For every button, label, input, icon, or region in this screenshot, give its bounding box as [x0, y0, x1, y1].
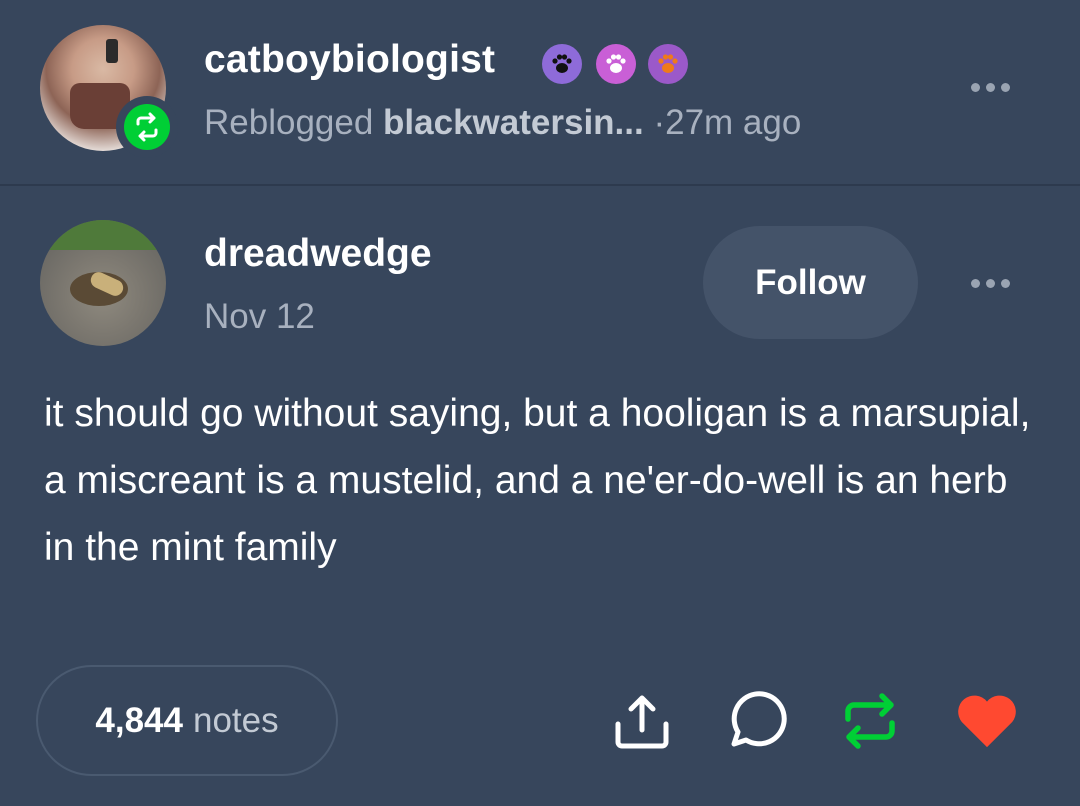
follow-button[interactable]: Follow [703, 226, 918, 339]
reblog-meta: Reblogged blackwatersin... ·27m ago [204, 103, 801, 143]
notes-count: 4,844 [95, 700, 183, 740]
paw-badge-orange-icon[interactable] [648, 44, 688, 84]
meta-separator: · [653, 103, 666, 142]
reblogger-username[interactable]: catboybiologist [204, 38, 495, 82]
paw-badge-purple-icon[interactable] [542, 44, 582, 84]
reblog-action-label: Reblogged [204, 103, 374, 142]
like-button[interactable] [955, 688, 1019, 754]
reply-button[interactable] [724, 688, 788, 754]
reblog-badge [116, 96, 178, 158]
like-icon [958, 695, 1016, 748]
author-username[interactable]: dreadwedge [204, 232, 432, 276]
header-more-options-button[interactable] [960, 70, 1020, 104]
notes-label: notes [192, 700, 279, 740]
reblog-icon [845, 693, 895, 749]
reblog-time-ago: 27m ago [665, 103, 802, 142]
reblog-button[interactable] [838, 688, 902, 754]
author-avatar[interactable] [40, 220, 166, 346]
paw-badge-pink-icon[interactable] [596, 44, 636, 84]
share-button[interactable] [610, 688, 674, 754]
divider [0, 184, 1080, 186]
reblog-badge-icon [136, 112, 158, 142]
post-body-text: it should go without saying, but a hooli… [44, 392, 1031, 569]
reblog-source-username[interactable]: blackwatersin... [383, 103, 644, 142]
post-date: Nov 12 [204, 297, 315, 336]
notes-button[interactable]: 4,844 notes [36, 665, 338, 776]
post-more-options-button[interactable] [960, 266, 1020, 300]
share-icon [615, 695, 669, 749]
reply-icon [731, 691, 787, 747]
